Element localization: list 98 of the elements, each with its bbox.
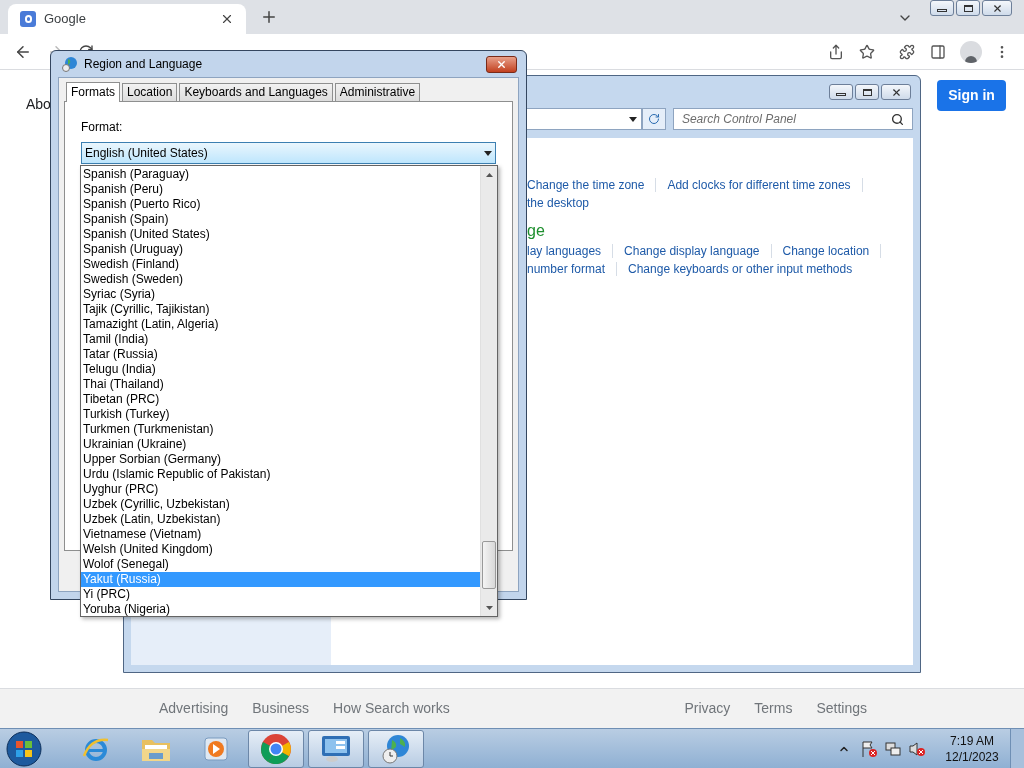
footer-link[interactable]: Terms: [754, 698, 793, 719]
dropdown-arrow-icon[interactable]: [484, 150, 492, 156]
sign-in-button[interactable]: Sign in: [937, 80, 1006, 111]
format-option[interactable]: Swedish (Sweden): [81, 272, 480, 287]
control-panel-link[interactable]: Change keyboards or other input methods: [628, 260, 853, 278]
flag-warning-icon[interactable]: [860, 739, 878, 758]
extensions-icon[interactable]: [899, 43, 915, 60]
refresh-icon: [647, 113, 660, 125]
format-option[interactable]: Spanish (Puerto Rico): [81, 197, 480, 212]
scrollbar[interactable]: [480, 166, 497, 616]
format-option[interactable]: Urdu (Islamic Republic of Pakistan): [81, 467, 480, 482]
format-option[interactable]: Syriac (Syria): [81, 287, 480, 302]
browser-tab[interactable]: Google: [8, 4, 246, 34]
format-option[interactable]: Thai (Thailand): [81, 377, 480, 392]
format-option[interactable]: Spanish (Peru): [81, 182, 480, 197]
format-option[interactable]: Upper Sorbian (Germany): [81, 452, 480, 467]
scroll-up-icon[interactable]: [485, 172, 493, 177]
search-icon[interactable]: [891, 112, 904, 126]
control-panel-link[interactable]: lay languages: [527, 242, 602, 260]
globe-clock-icon: [380, 732, 412, 765]
format-option[interactable]: Turkish (Turkey): [81, 407, 480, 422]
media-player-icon: [202, 734, 230, 763]
format-option[interactable]: Uzbek (Cyrillic, Uzbekistan): [81, 497, 480, 512]
footer-link[interactable]: Settings: [816, 698, 867, 719]
control-panel-link[interactable]: the desktop: [527, 194, 590, 212]
search-field[interactable]: Search Control Panel: [672, 108, 913, 130]
dropdown-arrow-icon[interactable]: [629, 116, 637, 122]
profile-avatar[interactable]: [960, 40, 982, 63]
dialog-tab[interactable]: Formats: [66, 82, 120, 102]
close-button[interactable]: [881, 84, 911, 100]
close-tab-icon[interactable]: [220, 12, 234, 26]
volume-muted-icon[interactable]: [908, 739, 926, 758]
footer-link[interactable]: Business: [252, 698, 310, 719]
format-option[interactable]: Tatar (Russia): [81, 347, 480, 362]
format-label: Format:: [81, 119, 124, 136]
control-panel-link[interactable]: Change the time zone: [527, 176, 645, 194]
taskbar-app-button[interactable]: [248, 729, 304, 768]
scroll-down-icon[interactable]: [485, 605, 493, 610]
footer-link[interactable]: How Search works: [333, 698, 450, 719]
clock-date: 12/1/2023: [945, 748, 999, 765]
minimize-button[interactable]: [829, 84, 853, 100]
control-panel-link[interactable]: Change display language: [624, 242, 760, 260]
tab-title: Google: [44, 10, 87, 29]
close-button[interactable]: [982, 0, 1012, 16]
format-option[interactable]: Yi (PRC): [81, 587, 480, 602]
format-option[interactable]: Spanish (United States): [81, 227, 480, 242]
format-option[interactable]: Ukrainian (Ukraine): [81, 437, 480, 452]
about-link[interactable]: Abo: [26, 94, 51, 115]
clock[interactable]: 7:19 AM 12/1/2023: [938, 732, 1006, 765]
control-panel-link[interactable]: Change location: [782, 242, 870, 260]
network-icon[interactable]: [884, 739, 902, 758]
bookmark-star-icon[interactable]: [859, 43, 875, 60]
new-tab-icon[interactable]: [260, 8, 278, 26]
dialog-tab[interactable]: Administrative: [334, 83, 421, 101]
start-button[interactable]: [6, 730, 42, 767]
format-option[interactable]: Uzbek (Latin, Uzbekistan): [81, 512, 480, 527]
control-panel-icon: [320, 733, 352, 764]
close-icon: [991, 2, 1003, 14]
format-dropdown[interactable]: English (United States): [81, 142, 496, 164]
control-panel-link[interactable]: number format: [527, 260, 606, 278]
format-option[interactable]: Tajik (Cyrillic, Tajikistan): [81, 302, 480, 317]
close-button[interactable]: [486, 55, 517, 73]
format-option[interactable]: Tamil (India): [81, 332, 480, 347]
globe-icon: [62, 56, 78, 72]
footer-link[interactable]: Advertising: [159, 698, 229, 719]
side-panel-icon[interactable]: [930, 43, 946, 60]
close-icon: [890, 86, 902, 98]
format-option[interactable]: Uyghur (PRC): [81, 482, 480, 497]
format-option[interactable]: Turkmen (Turkmenistan): [81, 422, 480, 437]
taskbar-app-button[interactable]: [308, 729, 364, 768]
dialog-tab[interactable]: Keyboards and Languages: [179, 83, 333, 101]
minimize-button[interactable]: [930, 0, 954, 16]
restore-button[interactable]: [855, 84, 879, 100]
format-option[interactable]: Spanish (Spain): [81, 212, 480, 227]
taskbar-app-button[interactable]: [368, 729, 424, 768]
restore-button[interactable]: [956, 0, 980, 16]
dialog-tab[interactable]: Location: [122, 83, 178, 101]
format-option[interactable]: Spanish (Uruguay): [81, 242, 480, 257]
dialog-title: Region and Language: [84, 56, 203, 73]
section-heading: ge: [527, 221, 545, 241]
format-option[interactable]: Yoruba (Nigeria): [81, 602, 480, 617]
format-option[interactable]: Wolof (Senegal): [81, 557, 480, 572]
format-option[interactable]: Tibetan (PRC): [81, 392, 480, 407]
chrome-icon: [260, 732, 292, 765]
format-option[interactable]: Welsh (United Kingdom): [81, 542, 480, 557]
format-option[interactable]: Tamazight (Latin, Algeria): [81, 317, 480, 332]
footer-link[interactable]: Privacy: [684, 698, 731, 719]
favicon-icon: [20, 11, 36, 27]
scrollbar-thumb[interactable]: [482, 541, 496, 589]
share-icon[interactable]: [828, 43, 844, 60]
format-option[interactable]: Vietnamese (Vietnam): [81, 527, 480, 542]
clock-time: 7:19 AM: [950, 732, 994, 749]
format-option[interactable]: Telugu (India): [81, 362, 480, 377]
format-option[interactable]: Spanish (Paraguay): [81, 167, 480, 182]
refresh-button[interactable]: [642, 108, 666, 130]
close-icon: [496, 58, 507, 70]
control-panel-link[interactable]: Add clocks for different time zones: [667, 176, 851, 194]
format-option[interactable]: Swedish (Finland): [81, 257, 480, 272]
